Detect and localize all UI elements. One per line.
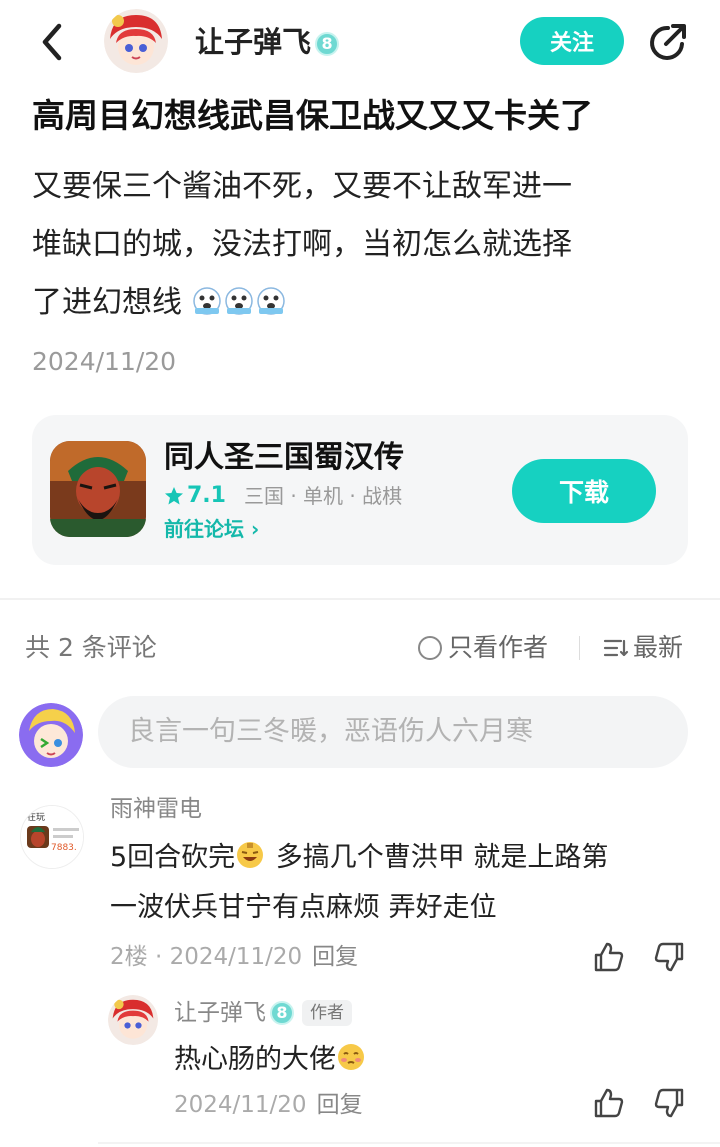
post-body: 又要保三个酱油不死，又要不让敌军进一 堆缺口的城，没法打啊，当初怎么就选择 了进… xyxy=(32,158,682,332)
comment-text-line: 一波伏兵甘宁有点麻烦 弄好走位 xyxy=(110,892,497,923)
commenter-name[interactable]: 雨神雷电 xyxy=(110,792,202,826)
share-button[interactable] xyxy=(646,20,690,64)
star-icon xyxy=(165,487,183,505)
post-title: 高周目幻想线武昌保卫战又又又卡关了 xyxy=(32,96,593,135)
reply-author-avatar[interactable] xyxy=(108,995,158,1045)
game-icon[interactable] xyxy=(50,441,146,537)
reply-meta: 2024/11/20 回复 xyxy=(174,1088,363,1122)
reply-author-name-text: 让子弹飞 xyxy=(174,1000,266,1026)
thumbs-down-icon[interactable] xyxy=(652,940,686,974)
level-badge: 8 xyxy=(315,32,340,56)
download-button[interactable]: 下载 xyxy=(512,459,656,523)
chevron-left-icon xyxy=(42,23,62,61)
thumbs-up-icon[interactable] xyxy=(592,1086,626,1120)
author-tag: 作者 xyxy=(302,1000,352,1026)
game-meta: 7.1 三国 · 单机 · 战棋 xyxy=(164,481,402,511)
reply-author-name[interactable]: 让子弹飞 8 作者 xyxy=(174,996,352,1030)
comment-text-line: 5回合砍完 多搞几个曹洪甲 就是上路第 xyxy=(110,833,700,883)
current-user-avatar[interactable] xyxy=(19,703,83,767)
game-tags: 三国 · 单机 · 战棋 xyxy=(243,484,403,508)
laughing-emoji-icon xyxy=(237,842,264,868)
avatar-label-text: 在玩 xyxy=(27,811,45,823)
comment-meta: 2楼 · 2024/11/20 回复 xyxy=(110,940,358,974)
shy-emoji-icon xyxy=(338,1044,364,1070)
author-only-toggle[interactable]: 只看作者 xyxy=(418,628,548,668)
comment-text-part: 多搞几个曹洪甲 就是上路第 xyxy=(267,842,609,873)
post-body-line: 又要保三个酱油不死，又要不让敌军进一 xyxy=(32,169,572,204)
sort-label: 最新 xyxy=(633,633,684,662)
post-body-text: 了进幻想线 xyxy=(32,285,182,320)
post-date: 2024/11/20 xyxy=(32,347,177,376)
game-name[interactable]: 同人圣三国蜀汉传 xyxy=(164,437,404,479)
avatar-number-text: 7883. xyxy=(51,843,77,853)
thumbs-up-icon[interactable] xyxy=(592,940,626,974)
reply-button[interactable]: 回复 xyxy=(312,944,358,970)
crying-emoji-icon xyxy=(224,287,253,315)
back-button[interactable] xyxy=(30,20,74,64)
author-avatar[interactable] xyxy=(104,9,168,73)
reply-button[interactable]: 回复 xyxy=(317,1092,363,1118)
reply-date: 2024/11/20 xyxy=(174,1092,307,1118)
comment-text-part: 5回合砍完 xyxy=(110,842,236,873)
follow-button[interactable]: 关注 xyxy=(520,17,624,65)
forum-link[interactable]: 前往论坛 › xyxy=(164,514,259,544)
reply-text-content: 热心肠的大佬 xyxy=(174,1044,336,1075)
crying-emoji-icon xyxy=(192,287,221,315)
level-badge: 8 xyxy=(270,1001,294,1025)
radio-circle-icon xyxy=(418,636,442,660)
bottom-divider xyxy=(98,1142,720,1144)
thumbs-down-icon[interactable] xyxy=(652,1086,686,1120)
game-rating: 7.1 xyxy=(164,481,226,511)
sort-newest-button[interactable]: 最新 xyxy=(603,628,683,668)
comment-input[interactable]: 良言一句三冬暖，恶语伤人六月寒 xyxy=(98,696,688,768)
reply-text: 热心肠的大佬 xyxy=(174,1038,368,1082)
author-name-text: 让子弹飞 xyxy=(195,25,312,59)
commenter-avatar[interactable]: 在玩 7883. xyxy=(20,805,84,869)
comment-count: 共 2 条评论 xyxy=(25,633,157,662)
comments-bar: 共 2 条评论 只看作者 最新 xyxy=(0,624,720,670)
post-body-line: 堆缺口的城，没法打啊，当初怎么就选择 xyxy=(32,227,572,262)
sort-icon xyxy=(603,639,629,657)
rating-value: 7.1 xyxy=(187,483,226,508)
vertical-separator xyxy=(579,636,580,660)
comment-text: 5回合砍完 多搞几个曹洪甲 就是上路第 一波伏兵甘宁有点麻烦 弄好走位 xyxy=(110,833,700,933)
author-name[interactable]: 让子弹飞 8 xyxy=(195,22,340,62)
author-only-label: 只看作者 xyxy=(448,633,549,662)
post-body-line-3: 了进幻想线 xyxy=(32,274,682,332)
section-divider xyxy=(0,598,720,600)
crying-emoji-icon xyxy=(256,287,285,315)
comment-floor-date: 2楼 · 2024/11/20 xyxy=(110,944,303,970)
top-bar: 让子弹飞 8 关注 xyxy=(0,0,720,84)
game-card[interactable]: 同人圣三国蜀汉传 7.1 三国 · 单机 · 战棋 前往论坛 › 下载 xyxy=(32,415,688,565)
share-icon xyxy=(650,24,686,60)
